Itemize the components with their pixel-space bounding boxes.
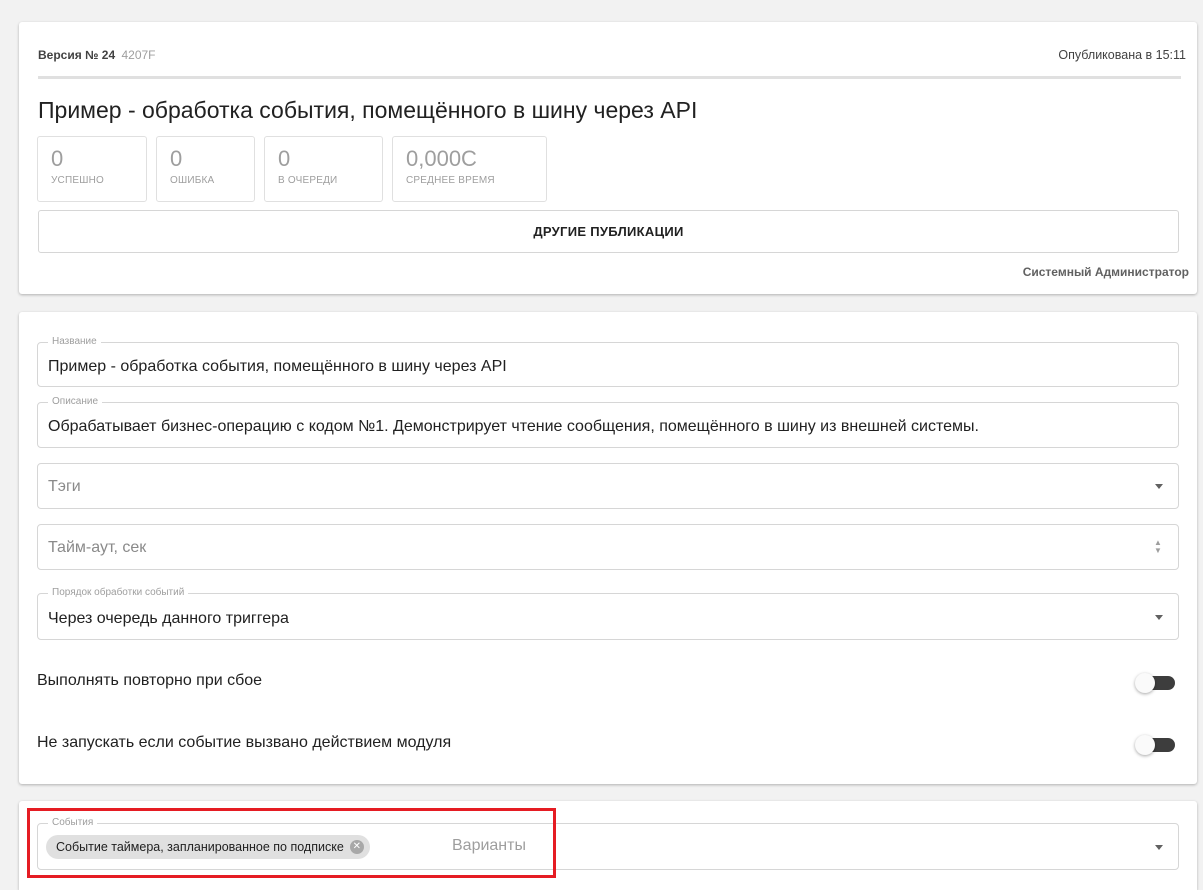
- stat-queue: 0 В ОЧЕРЕДИ: [264, 136, 383, 202]
- stat-average-time: 0,000С СРЕДНЕЕ ВРЕМЯ: [392, 136, 547, 202]
- name-field[interactable]: Название Пример - обработка события, пом…: [37, 336, 1179, 387]
- other-publications-button[interactable]: ДРУГИЕ ПУБЛИКАЦИИ: [38, 210, 1179, 253]
- description-field-label: Описание: [48, 396, 103, 408]
- module-toggle-row: Не запускать если событие вызвано действ…: [37, 728, 1177, 758]
- description-field[interactable]: Описание Обрабатывает бизнес-операцию с …: [37, 396, 1179, 448]
- chip-remove-icon[interactable]: ✕: [349, 840, 364, 854]
- events-label: События: [48, 817, 98, 829]
- events-card: События Событие таймера, запланированное…: [19, 801, 1197, 890]
- publication-header: Версия № 24 4207F Опубликована в 15:11: [38, 48, 1186, 62]
- retry-toggle[interactable]: [1135, 673, 1177, 693]
- settings-card: Название Пример - обработка события, пом…: [19, 312, 1197, 784]
- event-chip: Событие таймера, запланированное по подп…: [46, 835, 370, 859]
- toggle-knob: [1135, 673, 1155, 693]
- stat-error: 0 ОШИБКА: [156, 136, 255, 202]
- stat-value: 0: [170, 146, 183, 171]
- toggle-knob: [1135, 735, 1155, 755]
- events-placeholder[interactable]: Варианты: [452, 837, 526, 855]
- module-toggle-label: Не запускать если событие вызвано действ…: [37, 734, 452, 751]
- retry-toggle-row: Выполнять повторно при сбое: [37, 666, 1177, 696]
- stat-value: 0: [51, 146, 64, 171]
- number-spinner-icon[interactable]: ▲ ▼: [1152, 539, 1164, 555]
- event-order-value: Через очередь данного триггера: [48, 610, 289, 627]
- version-label: Версия № 24: [38, 48, 116, 62]
- timeout-input[interactable]: Тайм-аут, сек ▲ ▼: [37, 524, 1179, 570]
- stat-success: 0 УСПЕШНО: [37, 136, 147, 202]
- event-chip-label: Событие таймера, запланированное по подп…: [56, 840, 344, 854]
- stat-label: СРЕДНЕЕ ВРЕМЯ: [406, 175, 495, 186]
- publication-title: Пример - обработка события, помещённого …: [38, 97, 698, 123]
- event-order-select[interactable]: Порядок обработки событий Через очередь …: [37, 587, 1179, 640]
- module-toggle[interactable]: [1135, 735, 1177, 755]
- retry-toggle-label: Выполнять повторно при сбое: [37, 672, 263, 689]
- stat-label: ОШИБКА: [170, 175, 215, 186]
- version-hash: 4207F: [121, 48, 156, 62]
- event-order-label: Порядок обработки событий: [48, 587, 189, 599]
- events-select[interactable]: События Событие таймера, запланированное…: [37, 817, 1179, 870]
- stat-label: УСПЕШНО: [51, 175, 104, 186]
- publication-card: Версия № 24 4207F Опубликована в 15:11 П…: [19, 22, 1197, 294]
- tags-select[interactable]: Тэги: [37, 463, 1179, 509]
- stat-label: В ОЧЕРЕДИ: [278, 175, 338, 186]
- author-name: Системный Администратор: [1022, 265, 1189, 279]
- version-info: Версия № 24 4207F: [38, 48, 156, 62]
- timeout-placeholder: Тайм-аут, сек: [48, 539, 147, 556]
- stat-value: 0: [278, 146, 291, 171]
- published-time: Опубликована в 15:11: [1058, 48, 1186, 62]
- tags-placeholder: Тэги: [48, 478, 81, 495]
- name-field-label: Название: [48, 336, 101, 348]
- chevron-down-icon[interactable]: [1155, 484, 1163, 489]
- stat-value: 0,000С: [406, 146, 477, 171]
- header-divider: [38, 76, 1181, 79]
- chevron-down-icon[interactable]: [1155, 614, 1163, 620]
- name-field-value: Пример - обработка события, помещённого …: [48, 358, 507, 375]
- description-field-value: Обрабатывает бизнес-операцию с кодом №1.…: [48, 418, 979, 435]
- chevron-down-icon[interactable]: [1155, 844, 1163, 850]
